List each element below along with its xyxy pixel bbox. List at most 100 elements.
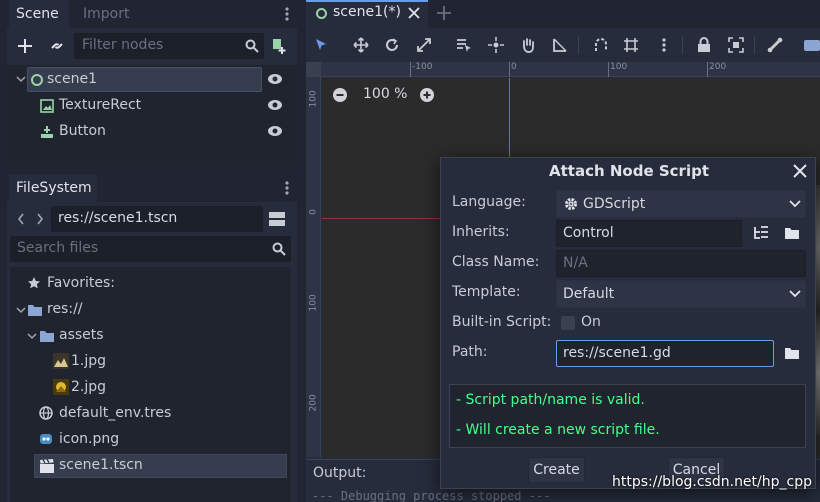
godot-logo-icon <box>39 432 53 446</box>
path-field[interactable]: res://scene1.tscn <box>51 206 263 232</box>
folder-icon <box>28 304 42 316</box>
node-label-texturerect[interactable]: TextureRect <box>59 97 141 113</box>
create-button[interactable]: Create <box>528 457 585 483</box>
filter-nodes-input[interactable]: Filter nodes <box>74 33 264 59</box>
collapse-arrow-icon[interactable] <box>27 331 37 341</box>
select-mode-icon[interactable] <box>314 38 328 52</box>
snap-icon[interactable] <box>593 37 609 53</box>
class-tree-icon[interactable] <box>753 226 769 240</box>
collapse-arrow-icon[interactable] <box>16 305 26 315</box>
scale-mode-icon[interactable] <box>416 37 432 53</box>
attach-node-script-dialog: Attach Node Script Language: GDScript In… <box>440 157 816 489</box>
collapse-arrow-icon[interactable] <box>16 74 26 84</box>
toolbar-separator <box>754 36 755 54</box>
node-label-button[interactable]: Button <box>59 123 106 139</box>
forward-arrow-icon[interactable] <box>36 213 44 225</box>
language-label: Language: <box>452 194 526 210</box>
zoom-out-icon[interactable] <box>333 88 347 102</box>
lock-icon[interactable] <box>697 37 711 53</box>
image-thumbnail-icon <box>53 353 69 369</box>
classname-label: Class Name: <box>452 254 540 270</box>
tab-filesystem[interactable]: FileSystem <box>9 174 97 202</box>
tab-scene[interactable]: Scene <box>9 0 69 28</box>
button-node-icon <box>40 125 54 139</box>
file-label-icon-png[interactable]: icon.png <box>59 431 119 447</box>
template-value: Default <box>563 286 615 302</box>
visibility-eye-icon[interactable] <box>267 72 283 86</box>
path-input[interactable]: res://scene1.gd <box>556 340 774 367</box>
rotate-mode-icon[interactable] <box>384 37 400 53</box>
ruler-tick <box>707 62 708 77</box>
filter-nodes-placeholder: Filter nodes <box>82 37 164 53</box>
zoom-in-icon[interactable] <box>420 88 434 102</box>
image-thumbnail-icon <box>53 379 69 395</box>
language-value: GDScript <box>583 196 646 212</box>
file-label-2-jpg[interactable]: 2.jpg <box>71 379 106 395</box>
filesystem-dock: FileSystem res://scene1.tscn Search file… <box>7 174 297 502</box>
path-label: Path: <box>452 344 488 360</box>
assets-folder-label[interactable]: assets <box>59 327 104 343</box>
search-files-placeholder: Search files <box>17 240 99 256</box>
builtin-on-label[interactable]: On <box>581 314 601 330</box>
tab-import[interactable]: Import <box>75 0 145 28</box>
ruler-corner <box>306 62 321 77</box>
dialog-title: Attach Node Script <box>549 162 709 180</box>
control-node-icon <box>315 7 328 20</box>
add-node-icon[interactable] <box>17 38 33 54</box>
ruler-tick <box>509 62 510 77</box>
attach-script-icon[interactable] <box>269 37 287 55</box>
list-select-icon[interactable] <box>456 37 472 53</box>
ruler-top-label: 0 <box>511 62 517 72</box>
grid-snap-icon[interactable] <box>623 37 639 53</box>
favorites-label[interactable]: Favorites: <box>47 275 115 291</box>
builtin-checkbox[interactable] <box>561 316 575 330</box>
search-files-input[interactable]: Search files <box>10 236 291 262</box>
ruler-top-label: 200 <box>709 62 727 72</box>
pivot-icon[interactable] <box>488 37 504 53</box>
inherits-field[interactable]: Control <box>556 220 742 247</box>
snap-options-menu-icon[interactable] <box>661 37 667 53</box>
close-icon[interactable] <box>793 164 807 178</box>
back-arrow-icon[interactable] <box>17 213 25 225</box>
template-dropdown[interactable]: Default <box>556 280 806 308</box>
close-tab-icon[interactable] <box>408 7 420 19</box>
dock-menu-icon[interactable] <box>284 180 290 196</box>
inherits-label: Inherits: <box>452 224 510 240</box>
group-icon[interactable] <box>728 37 744 53</box>
new-tab-icon[interactable] <box>437 6 451 20</box>
status-line-new-file: - Will create a new script file. <box>456 422 660 438</box>
ruler-top-label: 100 <box>610 62 628 72</box>
chevron-down-icon <box>789 290 801 298</box>
res-root-label[interactable]: res:// <box>47 301 83 317</box>
instance-link-icon[interactable] <box>49 38 65 54</box>
dock-menu-icon[interactable] <box>284 6 290 22</box>
visibility-eye-icon[interactable] <box>267 124 283 138</box>
folder-icon <box>40 330 54 342</box>
status-line-valid: - Script path/name is valid. <box>456 392 645 408</box>
camera-icon[interactable] <box>804 38 820 52</box>
output-label: Output: <box>313 465 367 481</box>
zoom-level-label[interactable]: 100 % <box>363 86 407 102</box>
visibility-eye-icon[interactable] <box>267 98 283 112</box>
ruler-left-label: 200 <box>308 394 319 412</box>
classname-field: N/A <box>556 250 806 277</box>
ruler-tool-icon[interactable] <box>552 37 568 53</box>
pan-hand-icon[interactable] <box>520 37 536 53</box>
ruler-tick <box>410 62 411 77</box>
ruler-top-label: -100 <box>412 62 433 72</box>
search-icon <box>245 39 259 53</box>
bone-icon[interactable] <box>767 37 783 53</box>
file-label-scene1-tscn[interactable]: scene1.tscn <box>59 457 143 473</box>
file-label-default-env[interactable]: default_env.tres <box>59 405 171 421</box>
split-view-icon[interactable] <box>269 212 285 226</box>
toolbar-separator <box>682 36 683 54</box>
chevron-down-icon <box>789 200 801 208</box>
move-mode-icon[interactable] <box>353 37 369 53</box>
language-dropdown[interactable]: GDScript <box>556 190 806 218</box>
file-label-1-jpg[interactable]: 1.jpg <box>71 353 106 369</box>
ruler-left-label: 0 <box>308 209 319 215</box>
scene-tab-label: scene1(*) <box>333 4 401 20</box>
ruler-left-label: 100 <box>308 294 319 312</box>
folder-browse-icon[interactable] <box>785 347 799 359</box>
folder-browse-icon[interactable] <box>785 227 799 239</box>
